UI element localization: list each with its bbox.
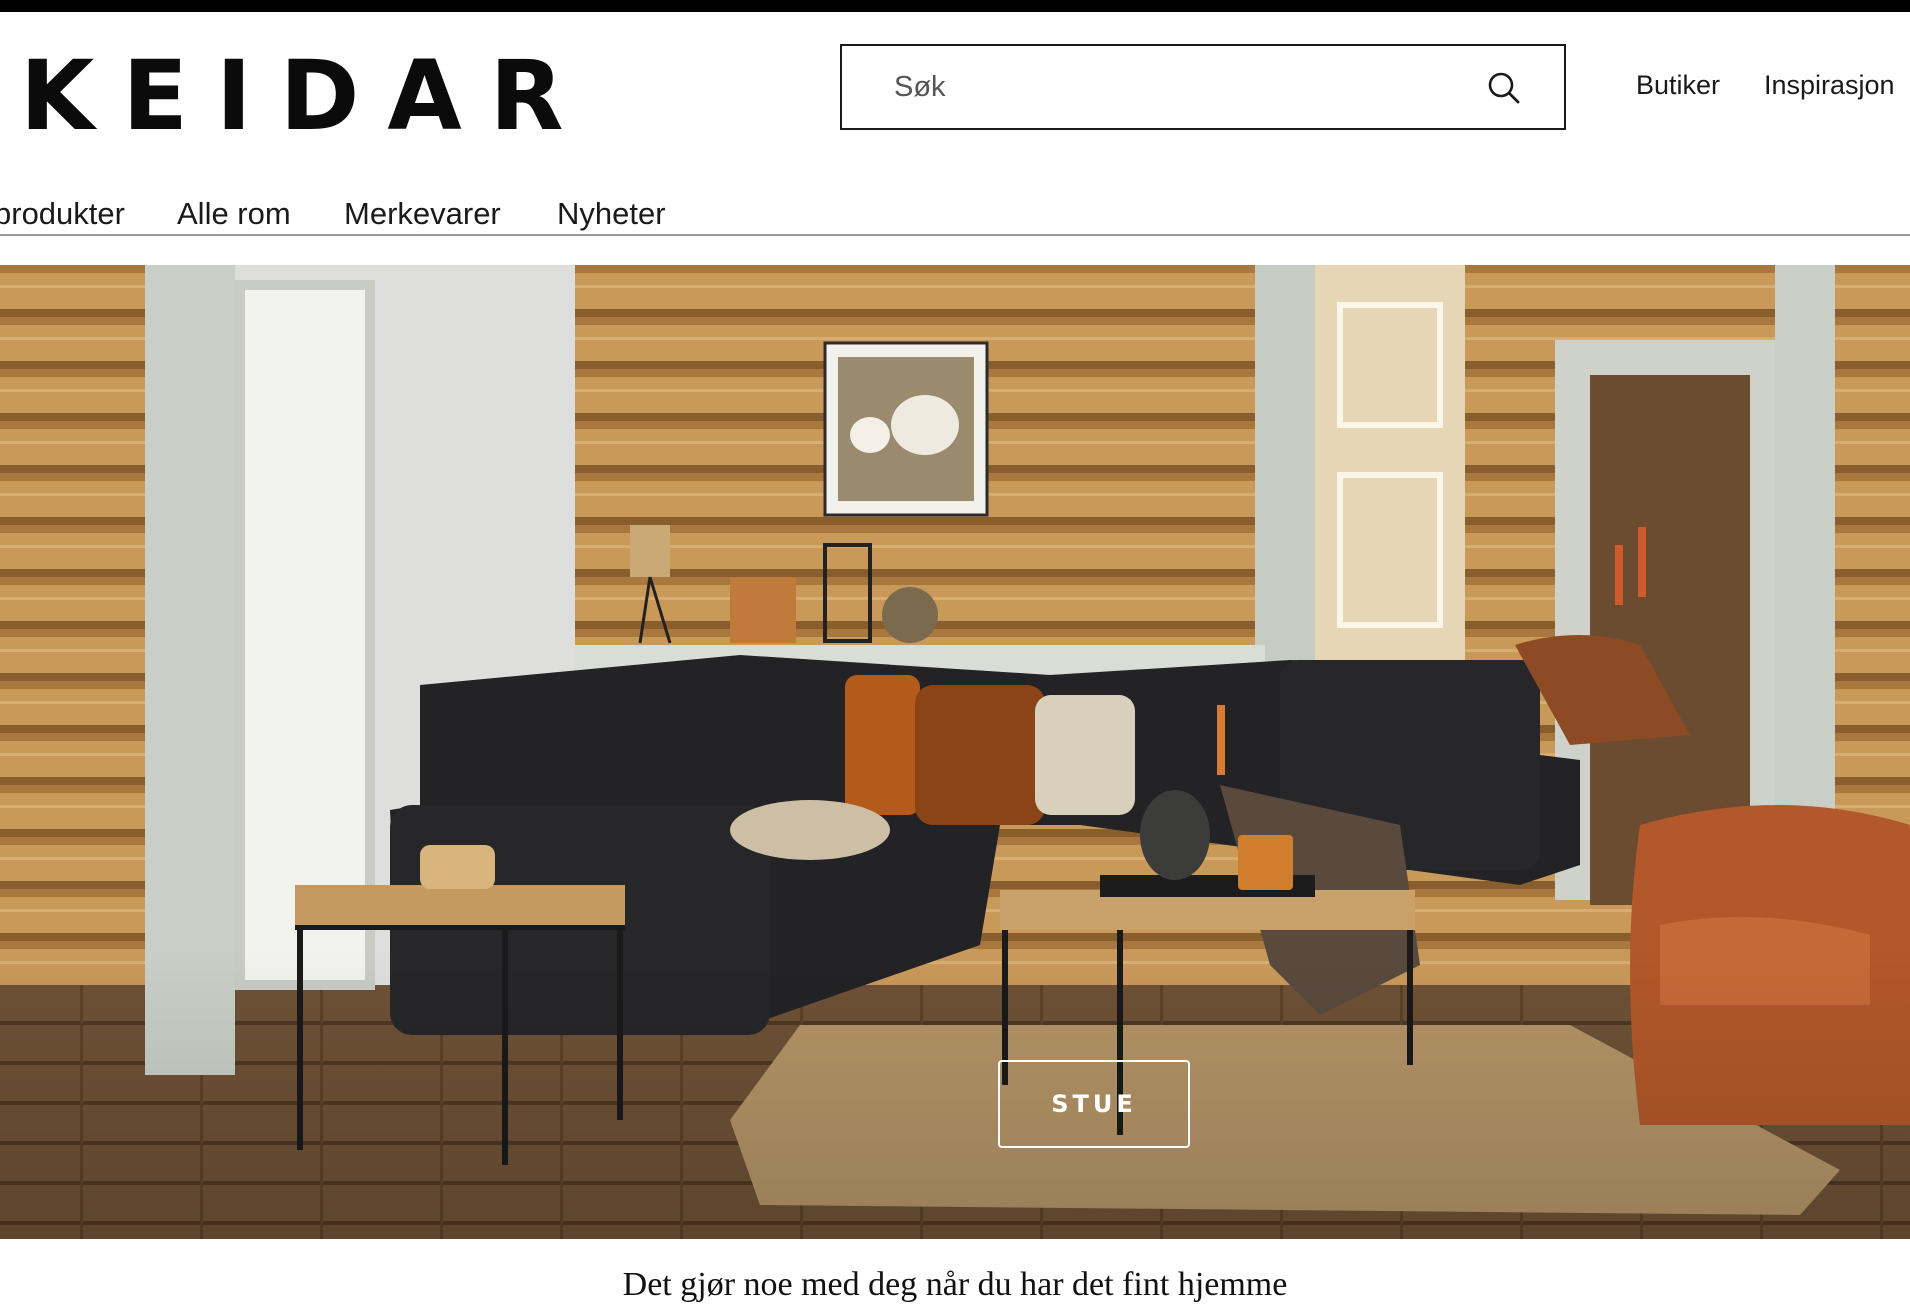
search-bar <box>840 44 1566 130</box>
nav-item-merkevarer[interactable]: Merkevarer <box>344 196 501 232</box>
search-button[interactable] <box>1484 68 1524 108</box>
main-nav: produkter Alle rom Merkevarer Nyheter <box>0 190 1910 236</box>
search-input[interactable] <box>842 46 1462 128</box>
nav-item-nyheter[interactable]: Nyheter <box>557 196 666 232</box>
nav-item-produkter[interactable]: produkter <box>0 196 125 232</box>
brand-logo[interactable]: KEIDAR <box>20 48 592 144</box>
nav-item-alle-rom[interactable]: Alle rom <box>177 196 291 232</box>
util-link-butiker[interactable]: Butiker <box>1636 70 1720 101</box>
search-icon <box>1488 72 1520 104</box>
intro-tagline: Det gjør noe med deg når du har det fint… <box>622 1266 1288 1303</box>
util-link-inspirasjon[interactable]: Inspirasjon <box>1764 70 1895 101</box>
hero-overlay <box>0 265 1910 1239</box>
hero-category-button[interactable]: STUE <box>998 1060 1190 1148</box>
hero-banner[interactable] <box>0 265 1910 1239</box>
top-bar <box>0 0 1910 12</box>
